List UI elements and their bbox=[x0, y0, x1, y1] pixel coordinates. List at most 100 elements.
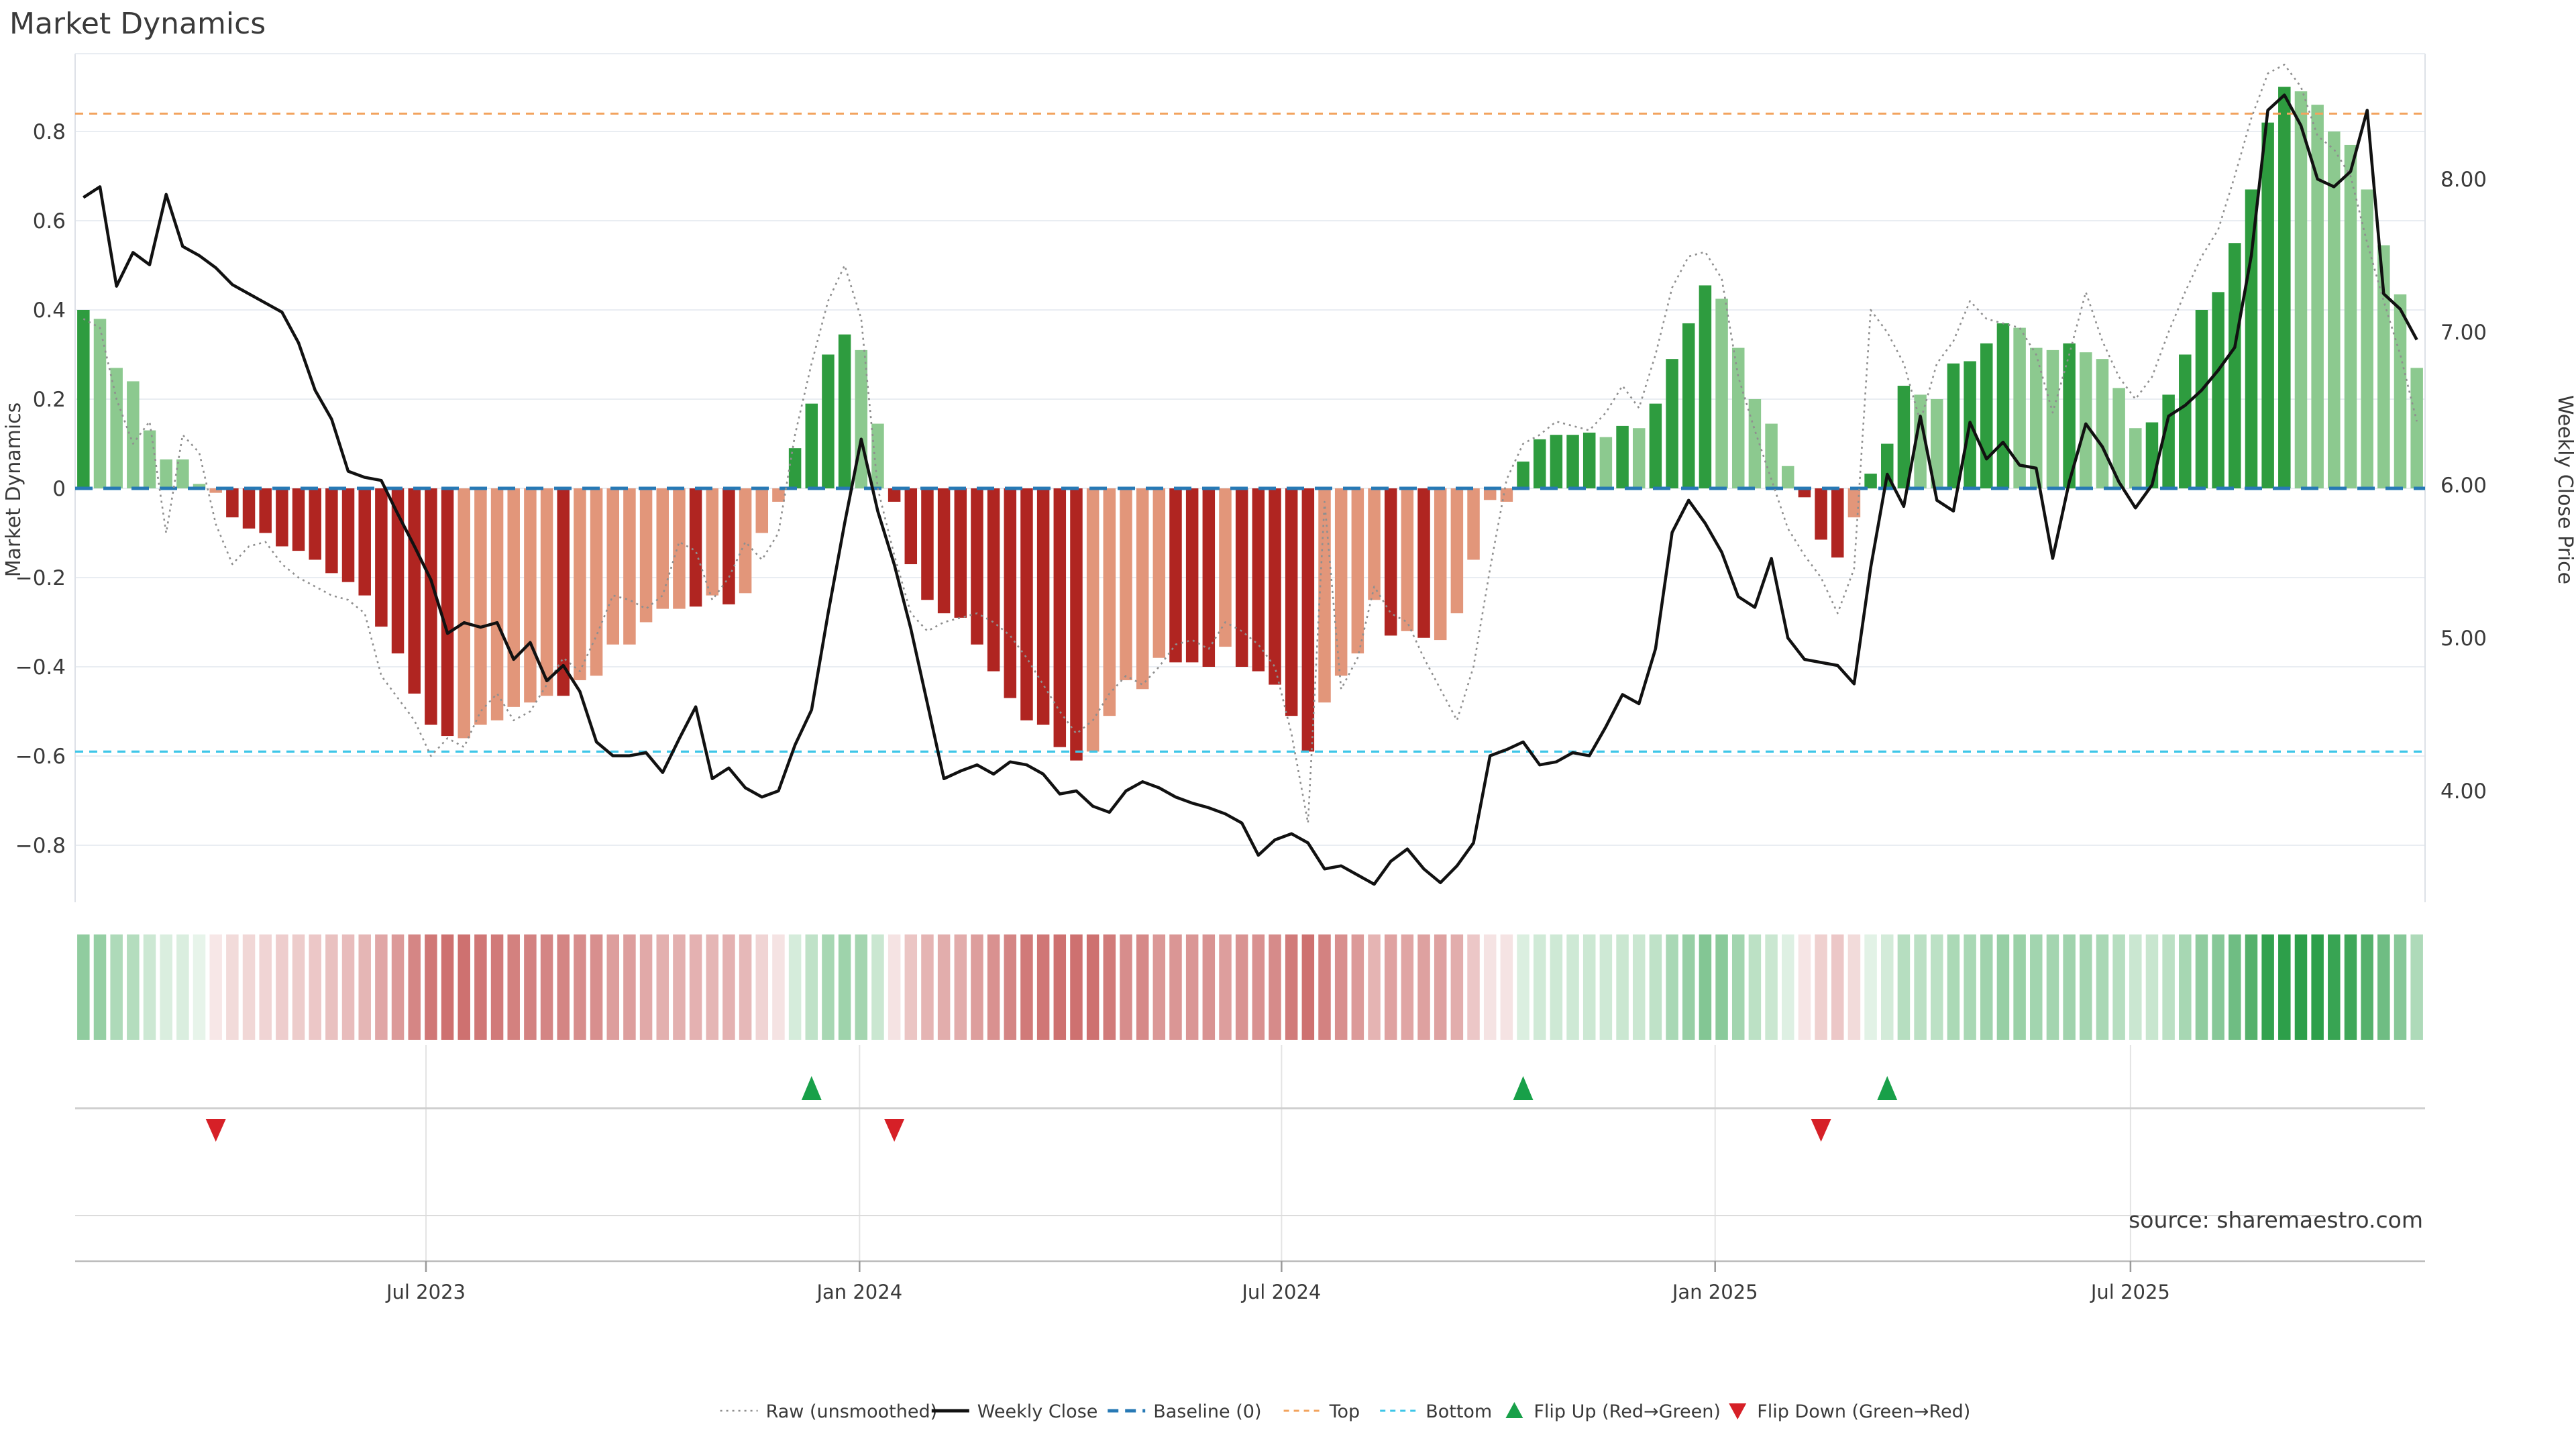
dynamics-bar bbox=[1947, 364, 1960, 488]
x-tick-label: Jul 2023 bbox=[385, 1281, 466, 1303]
bars-layer bbox=[77, 87, 2423, 761]
heatmap-cell bbox=[2345, 934, 2357, 1040]
dynamics-bar bbox=[623, 488, 636, 645]
dynamics-bar bbox=[839, 335, 851, 488]
dynamics-bar bbox=[1815, 488, 1827, 539]
dynamics-bar bbox=[259, 488, 272, 533]
heatmap-cell bbox=[673, 934, 686, 1040]
heatmap-cell bbox=[209, 934, 222, 1040]
market-dynamics-chart: Market Dynamics 0.80.60.40.20−0.2−0.4−0.… bbox=[0, 0, 2576, 1449]
x-tick-label: Jul 2025 bbox=[2090, 1281, 2170, 1303]
heatmap-cell bbox=[458, 934, 470, 1040]
heatmap-cell bbox=[2410, 934, 2423, 1040]
dynamics-bar bbox=[1252, 488, 1265, 672]
dynamics-bar bbox=[458, 488, 470, 738]
dynamics-bar bbox=[1203, 488, 1216, 667]
left-tick-label: 0.4 bbox=[33, 299, 66, 323]
heatmap-cell bbox=[524, 934, 537, 1040]
dynamics-bar bbox=[1517, 462, 1529, 488]
heatmap-cell bbox=[2146, 934, 2159, 1040]
dynamics-bar bbox=[2196, 310, 2208, 488]
x-axis: Jul 2023Jan 2024Jul 2024Jan 2025Jul 2025 bbox=[75, 1261, 2425, 1303]
heatmap-cell bbox=[1799, 934, 1811, 1040]
dynamics-bar bbox=[1682, 323, 1695, 488]
dynamics-bar bbox=[706, 488, 719, 596]
dynamics-bar bbox=[325, 488, 338, 573]
dynamics-bar bbox=[1467, 488, 1480, 559]
heatmap-cell bbox=[921, 934, 934, 1040]
heatmap-cell bbox=[1153, 934, 1166, 1040]
dynamics-bar bbox=[77, 310, 89, 488]
dynamics-bar bbox=[1600, 437, 1613, 488]
dynamics-bar bbox=[1169, 488, 1182, 662]
dynamics-bar bbox=[2212, 292, 2224, 488]
dynamics-bar bbox=[1285, 488, 1298, 716]
legend-label: Bottom bbox=[1426, 1401, 1492, 1422]
heatmap-cell bbox=[1136, 934, 1149, 1040]
left-tick-label: −0.6 bbox=[15, 745, 66, 769]
heatmap-cell bbox=[160, 934, 172, 1040]
dynamics-bar bbox=[1451, 488, 1464, 613]
heatmap-cell bbox=[557, 934, 570, 1040]
dynamics-bar bbox=[1782, 466, 1794, 488]
heatmap-cell bbox=[1203, 934, 1216, 1040]
heatmap-cell bbox=[127, 934, 140, 1040]
heatmap-cell bbox=[1682, 934, 1695, 1040]
heatmap-cell bbox=[2196, 934, 2208, 1040]
heatmap-cell bbox=[226, 934, 239, 1040]
heatmap-cell bbox=[2328, 934, 2341, 1040]
heatmap-cell bbox=[541, 934, 553, 1040]
flip-up-icon bbox=[1513, 1076, 1534, 1100]
legend-label: Baseline (0) bbox=[1153, 1401, 1261, 1422]
source-note: source: sharemaestro.com bbox=[2129, 1207, 2423, 1233]
heatmap-cell bbox=[1451, 934, 1464, 1040]
dynamics-bar bbox=[756, 488, 769, 533]
legend-label: Weekly Close bbox=[977, 1401, 1098, 1422]
heatmap-cell bbox=[491, 934, 504, 1040]
heatmap-cell bbox=[1434, 934, 1447, 1040]
heatmap-cell bbox=[1054, 934, 1067, 1040]
heatmap-cell bbox=[2229, 934, 2241, 1040]
heatmap-cell bbox=[259, 934, 272, 1040]
heatmap-cell bbox=[2129, 934, 2142, 1040]
heatmap-cell bbox=[358, 934, 371, 1040]
heatmap-cell bbox=[839, 934, 851, 1040]
legend-label: Flip Up (Red→Green) bbox=[1534, 1401, 1721, 1422]
heatmap-cell bbox=[2278, 934, 2291, 1040]
heatmap-cell bbox=[2261, 934, 2274, 1040]
dynamics-bar bbox=[1302, 488, 1315, 751]
dynamics-bar bbox=[955, 488, 967, 618]
dynamics-bar bbox=[1104, 488, 1116, 716]
dynamics-bar bbox=[441, 488, 454, 736]
dynamics-bar bbox=[987, 488, 1000, 672]
dynamics-bar bbox=[1070, 488, 1083, 761]
dynamics-bar bbox=[1434, 488, 1447, 640]
dynamics-bar bbox=[806, 404, 818, 488]
dynamics-bar bbox=[1417, 488, 1430, 638]
dynamics-bar bbox=[888, 488, 901, 502]
heatmap-cell bbox=[1004, 934, 1017, 1040]
dynamics-bar bbox=[1633, 428, 1646, 488]
dynamics-bar bbox=[971, 488, 983, 645]
heatmap-cell bbox=[1368, 934, 1381, 1040]
dynamics-bar bbox=[657, 488, 669, 609]
heatmap-cell bbox=[441, 934, 454, 1040]
dynamics-bar bbox=[1020, 488, 1033, 720]
heatmap-cell bbox=[1898, 934, 1911, 1040]
dynamics-bar bbox=[722, 488, 735, 604]
dynamics-bar bbox=[110, 368, 123, 488]
left-axis-title: Market Dynamics bbox=[2, 402, 25, 578]
dynamics-bar bbox=[1831, 488, 1844, 557]
dynamics-bar bbox=[541, 488, 553, 696]
left-tick-label: 0.8 bbox=[33, 120, 66, 144]
heatmap-cell bbox=[2377, 934, 2390, 1040]
dynamics-bar bbox=[226, 488, 239, 517]
right-tick-label: 7.00 bbox=[2440, 321, 2487, 345]
heatmap-cell bbox=[1749, 934, 1762, 1040]
heatmap-cell bbox=[144, 934, 156, 1040]
heatmap-cell bbox=[94, 934, 107, 1040]
heatmap-cell bbox=[2013, 934, 2026, 1040]
flip-up-icon bbox=[1877, 1076, 1897, 1100]
dynamics-bar bbox=[160, 460, 172, 488]
dynamics-bar bbox=[1616, 426, 1629, 488]
